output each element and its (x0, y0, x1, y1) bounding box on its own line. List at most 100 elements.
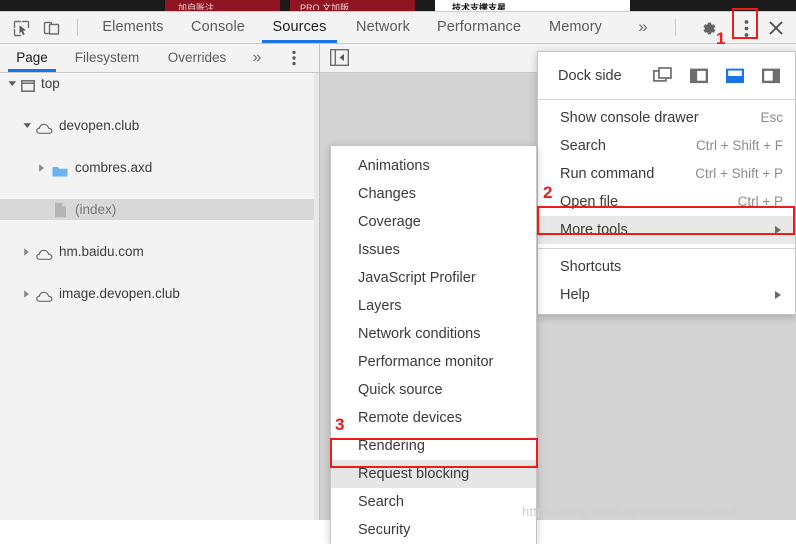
menu-item-run-command-label: Run command (560, 166, 655, 182)
request-blocking-menu-item[interactable]: Request blocking (331, 460, 536, 488)
menu-item-shortcuts[interactable]: Shortcuts (538, 253, 795, 281)
navigator-tab-page[interactable]: Page (8, 44, 56, 72)
cloud-icon (36, 246, 53, 260)
submenu-item-animations[interactable]: Animations (331, 152, 536, 180)
toolbar-divider-2 (675, 19, 676, 36)
submenu-item-quick-source[interactable]: Quick source (331, 376, 536, 404)
dock-side-options (653, 67, 783, 85)
dock-to-left-icon[interactable] (689, 67, 711, 85)
submenu-item-changes-label: Changes (358, 186, 417, 202)
submenu-item-network-conditions[interactable]: Network conditions (331, 320, 536, 348)
dock-to-bottom-icon[interactable] (725, 67, 747, 85)
more-tools-menu-item[interactable]: More tools (538, 216, 795, 244)
tree-item-combres-axd[interactable]: combres.axd (0, 157, 319, 178)
dock-to-right-icon[interactable] (761, 67, 783, 85)
chevron-down-icon[interactable] (22, 120, 33, 131)
tree-item-devopen-club[interactable]: devopen.club (0, 115, 319, 136)
tab-sources[interactable]: Sources (262, 12, 337, 43)
navigator-file-tree[interactable]: top devopen.club combres.axd (index) hm.… (0, 73, 319, 520)
submenu-item-quick-source-label: Quick source (358, 382, 443, 398)
submenu-item-security-label: Security (358, 522, 411, 538)
menu-item-open-file-shortcut: Ctrl + P (737, 194, 783, 209)
folder-icon (52, 162, 68, 177)
menu-item-help-label: Help (560, 287, 590, 303)
menu-item-open-file-label: Open file (560, 194, 619, 210)
submenu-item-performance-monitor[interactable]: Performance monitor (331, 348, 536, 376)
navigator-tab-filesystem-label: Filesystem (74, 50, 140, 65)
annotation-number-2: 2 (543, 183, 553, 202)
devtools-more-menu[interactable]: Dock side Show console drawer Esc Search… (537, 51, 796, 315)
tab-elements[interactable]: Elements (92, 12, 174, 43)
menu-item-run-command[interactable]: Run command Ctrl + Shift + P (538, 160, 795, 188)
menu-item-show-console-drawer-shortcut: Esc (760, 110, 783, 125)
navigator-overflow-chevron-icon[interactable]: » (243, 44, 269, 72)
chevron-right-icon (775, 226, 781, 234)
tab-console-label: Console (191, 19, 245, 35)
navigator-tab-overrides-label: Overrides (167, 50, 227, 65)
menu-item-open-file[interactable]: Open file Ctrl + P (538, 188, 795, 216)
inspect-cursor-icon[interactable] (9, 16, 33, 40)
menu-item-help[interactable]: Help (538, 281, 795, 309)
submenu-item-rendering[interactable]: Rendering (331, 432, 536, 460)
submenu-item-animations-label: Animations (358, 158, 430, 174)
tree-item-hm-baidu-com-label: hm.baidu.com (59, 244, 144, 259)
navigator-tab-page-label: Page (16, 50, 48, 65)
menu-divider-2 (538, 248, 795, 249)
watermark: https://blog.csdn.net/kouzuhuai2956 (522, 504, 738, 519)
strip-text-2: PRO 文加版 (300, 3, 350, 10)
tree-item-hm-baidu-com[interactable]: hm.baidu.com (0, 241, 319, 262)
chevron-right-icon[interactable] (22, 289, 33, 300)
tree-item-image-devopen-club[interactable]: image.devopen.club (0, 283, 319, 304)
submenu-item-security[interactable]: Security (331, 516, 536, 544)
submenu-item-network-conditions-label: Network conditions (358, 326, 481, 342)
tab-sources-label: Sources (272, 19, 327, 35)
tab-memory[interactable]: Memory (538, 12, 613, 43)
chevron-down-icon[interactable] (7, 78, 18, 89)
submenu-item-issues-label: Issues (358, 242, 400, 258)
tab-console[interactable]: Console (181, 12, 255, 43)
navigator-tab-filesystem[interactable]: Filesystem (63, 44, 151, 72)
document-icon (54, 202, 68, 218)
menu-item-search[interactable]: Search Ctrl + Shift + F (538, 132, 795, 160)
chevron-right-icon[interactable] (37, 163, 48, 174)
annotation-number-3: 3 (335, 415, 345, 434)
submenu-item-rendering-label: Rendering (358, 438, 425, 454)
navigator-tab-overrides[interactable]: Overrides (157, 44, 237, 72)
more-tools-menu-item-label: More tools (560, 222, 628, 238)
submenu-item-changes[interactable]: Changes (331, 180, 536, 208)
chevron-right-icon[interactable] (22, 247, 33, 258)
request-blocking-menu-item-label: Request blocking (358, 466, 470, 482)
tab-network-label: Network (356, 19, 410, 35)
more-tools-submenu[interactable]: Animations Changes Coverage Issues JavaS… (330, 145, 537, 544)
submenu-item-remote-devices[interactable]: Remote devices (331, 404, 536, 432)
menu-item-show-console-drawer[interactable]: Show console drawer Esc (538, 104, 795, 132)
submenu-item-issues[interactable]: Issues (331, 236, 536, 264)
submenu-item-layers[interactable]: Layers (331, 292, 536, 320)
undock-into-separate-window-icon[interactable] (653, 67, 675, 85)
tree-item-top[interactable]: top (0, 73, 319, 94)
menu-item-search-label: Search (560, 138, 606, 154)
tab-performance[interactable]: Performance (428, 12, 530, 43)
tab-network[interactable]: Network (344, 12, 422, 43)
navigator-more-icon[interactable] (292, 50, 296, 71)
submenu-item-remote-devices-label: Remote devices (358, 410, 462, 426)
submenu-item-coverage-label: Coverage (358, 214, 421, 230)
tree-item-top-label: top (41, 76, 60, 91)
tree-item-combres-axd-label: combres.axd (75, 160, 153, 175)
submenu-item-coverage[interactable]: Coverage (331, 208, 536, 236)
sidebar-splitter[interactable] (319, 44, 320, 520)
tree-item-index-label: (index) (75, 202, 117, 217)
strip-text-1: 加自账注 (178, 3, 215, 10)
cloud-icon (36, 120, 53, 134)
submenu-item-javascript-profiler[interactable]: JavaScript Profiler (331, 264, 536, 292)
device-toolbar-icon[interactable] (40, 16, 64, 40)
submenu-item-search[interactable]: Search (331, 488, 536, 516)
tabs-overflow-chevron-icon[interactable]: » (628, 12, 656, 43)
submenu-item-layers-label: Layers (358, 298, 402, 314)
close-icon[interactable] (764, 16, 788, 40)
three-dot-vertical-icon[interactable] (734, 16, 758, 40)
submenu-item-search-label: Search (358, 494, 404, 510)
menu-item-search-shortcut: Ctrl + Shift + F (695, 138, 783, 153)
tree-item-index[interactable]: (index) (0, 199, 319, 220)
collapse-sidebar-icon[interactable] (329, 48, 350, 67)
